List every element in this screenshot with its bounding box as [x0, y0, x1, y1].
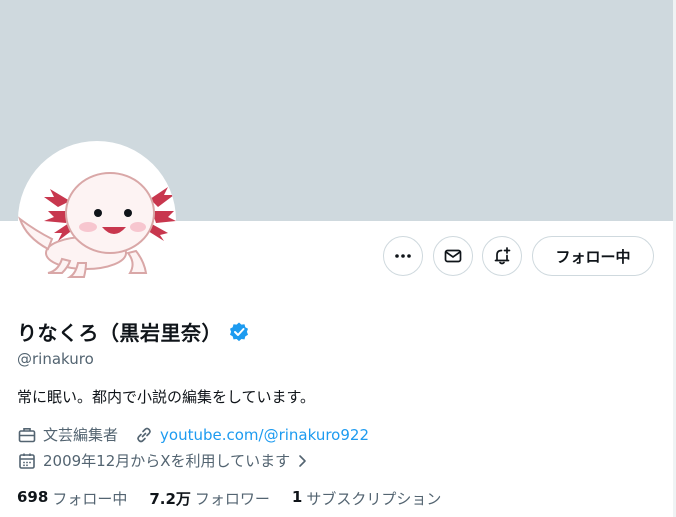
- stat-value: 7.2万: [149, 490, 191, 508]
- message-button[interactable]: [433, 236, 473, 276]
- profile-bio: 常に眠い。都内で小説の編集をしています。: [17, 388, 316, 406]
- joined-date: 2009年12月からXを利用しています: [43, 452, 291, 470]
- briefcase-icon: [18, 427, 36, 442]
- profile-actions: フォロー中: [0, 236, 676, 276]
- joined-row[interactable]: 2009年12月からXを利用しています: [17, 450, 310, 471]
- envelope-icon: [444, 249, 462, 263]
- subscriptions-count-link[interactable]: 1 サブスクリプション: [292, 488, 441, 509]
- chevron-right-icon: [299, 454, 306, 467]
- display-name-row: りなくろ（黒岩里奈）: [17, 317, 250, 346]
- stat-label: サブスクリプション: [306, 490, 442, 508]
- user-handle: @rinakuro: [17, 350, 94, 368]
- more-button[interactable]: [383, 236, 423, 276]
- followers-count-link[interactable]: 7.2万 フォロワー: [149, 488, 270, 509]
- calendar-icon: [19, 453, 35, 469]
- more-horizontal-icon: [395, 254, 411, 258]
- link-icon: [137, 427, 151, 442]
- stat-label: フォロー中: [52, 490, 128, 508]
- notify-button[interactable]: [482, 236, 522, 276]
- profile-meta-row: 文芸編集者 youtube.com/@rinakuro922: [17, 424, 369, 445]
- profile-website-link[interactable]: youtube.com/@rinakuro922: [160, 426, 369, 444]
- stat-value: 698: [17, 488, 49, 506]
- profile-stats: 698 フォロー中 7.2万 フォロワー 1 サブスクリプション: [17, 488, 463, 509]
- display-name: りなくろ（黒岩里奈）: [17, 321, 222, 345]
- stat-value: 1: [291, 488, 303, 506]
- profile-category: 文芸編集者: [43, 426, 119, 444]
- bell-plus-icon: [494, 247, 511, 265]
- following-button[interactable]: フォロー中: [532, 236, 654, 276]
- following-count-link[interactable]: 698 フォロー中: [17, 488, 127, 509]
- verified-badge-icon[interactable]: [228, 321, 250, 343]
- stat-label: フォロワー: [194, 490, 270, 508]
